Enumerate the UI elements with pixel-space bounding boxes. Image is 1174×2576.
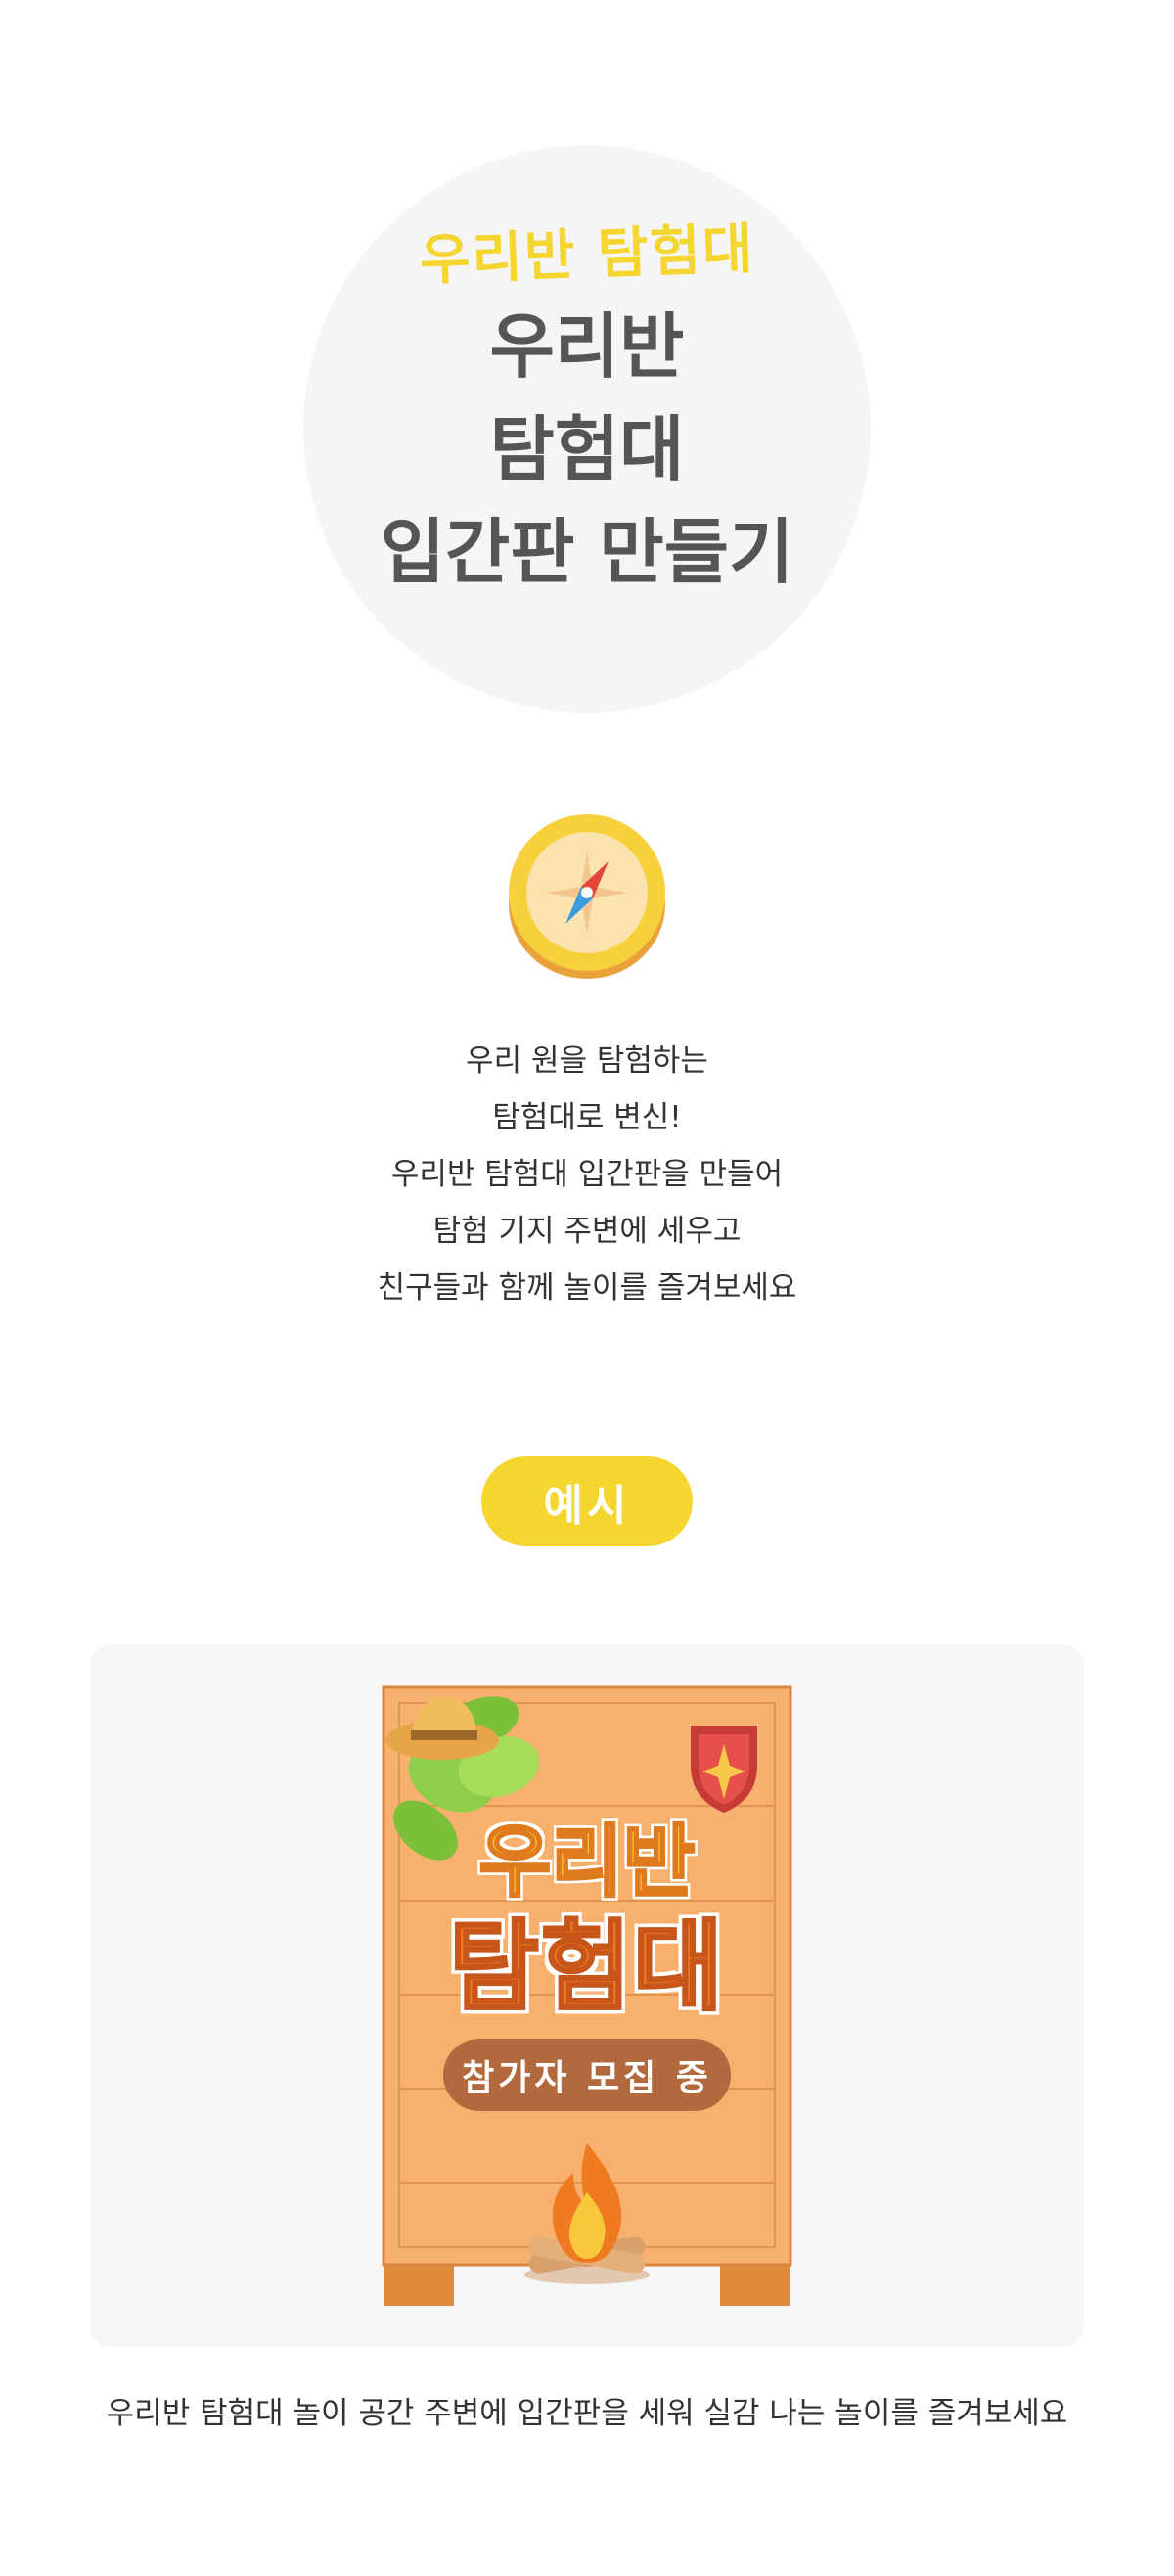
example-caption: 우리반 탐험대 놀이 공간 주변에 입간판을 세워 실감 나는 놀이를 즐겨보세… (106, 2396, 1068, 2431)
description: 우리 원을 탐험하는 탐험대로 변신! 우리반 탐험대 입간판을 만들어 탐험 … (0, 1033, 1174, 1316)
description-line: 우리 원을 탐험하는 (466, 1043, 708, 1079)
hero-title-line: 입간판 만들기 (380, 511, 794, 593)
hero-title-line: 우리반 (489, 305, 685, 388)
description-line: 친구들과 함께 놀이를 즐겨보세요 (377, 1270, 797, 1306)
hero-title-line: 탐험대 (489, 408, 685, 490)
hero-title: 우리반 탐험대 입간판 만들기 (0, 296, 1174, 604)
sign-title-main: 탐험대 (448, 1909, 725, 2026)
sign-recruiting-pill: 참가자 모집 중 (443, 2039, 731, 2111)
description-line: 우리반 탐험대 입간판을 만들어 (390, 1157, 784, 1192)
description-line: 탐험대로 변신! (492, 1100, 682, 1135)
compass-icon (509, 814, 665, 979)
example-badge: 예시 (481, 1456, 693, 1546)
description-line: 탐험 기지 주변에 세우고 (432, 1214, 742, 1249)
